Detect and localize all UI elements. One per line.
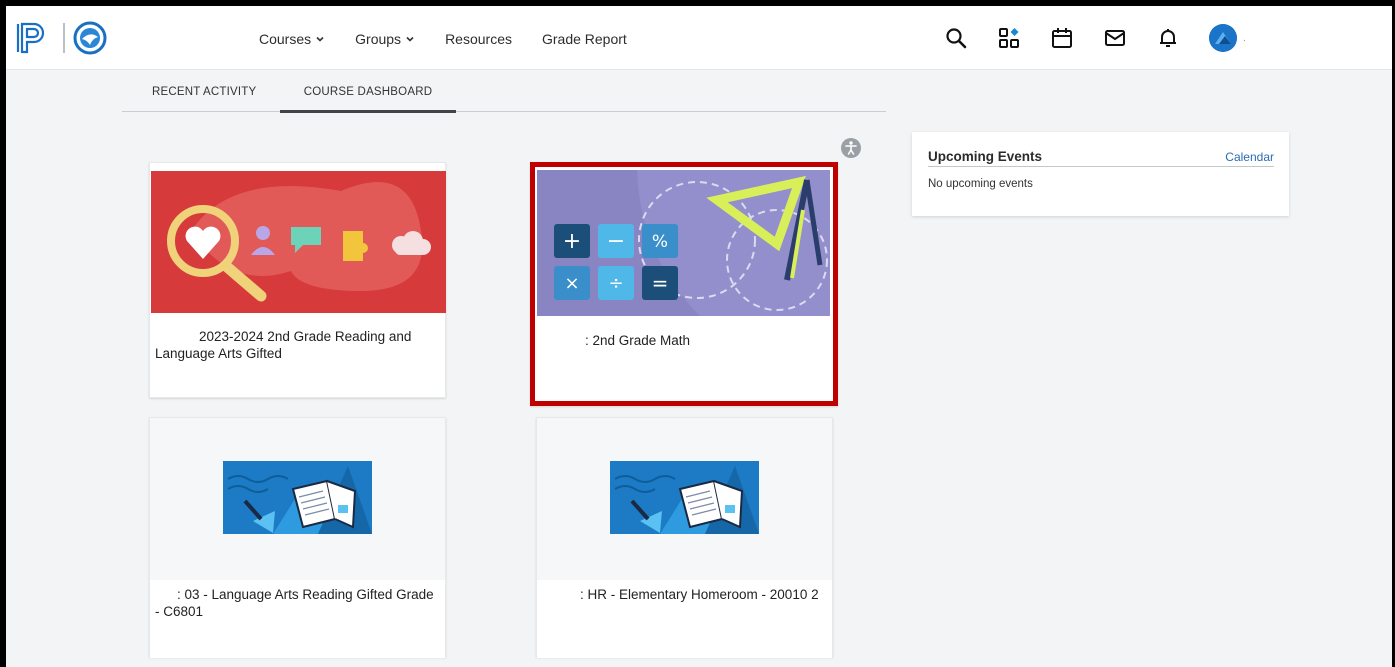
app-frame: Courses Groups Resources Grade Report . … [6, 6, 1392, 667]
course-card[interactable]: : 03 - Language Arts Reading Gifted Grad… [149, 417, 446, 658]
svg-text:×: × [564, 273, 579, 294]
user-name: . [1243, 32, 1246, 44]
nav-groups-label: Groups [355, 31, 402, 47]
nav-courses[interactable]: Courses [259, 31, 325, 47]
accessibility-icon[interactable] [841, 138, 861, 158]
svg-text:=: = [652, 271, 669, 295]
nav-grade-report-label: Grade Report [541, 31, 627, 47]
nav-courses-label: Courses [259, 31, 312, 47]
calendar-link[interactable]: Calendar [1225, 150, 1274, 164]
tab-course-dashboard[interactable]: COURSE DASHBOARD [280, 86, 456, 113]
math-illustration: + − % × ÷ = [537, 170, 830, 316]
header-icons: . [944, 24, 1246, 52]
chevron-down-icon [316, 36, 324, 42]
dashboard-tabs: RECENT ACTIVITY COURSE DASHBOARD [122, 86, 886, 113]
nav-resources[interactable]: Resources [445, 31, 512, 47]
svg-text:+: + [563, 229, 581, 254]
nav-resources-label: Resources [445, 31, 512, 47]
svg-text:%: % [652, 232, 668, 252]
bell-icon[interactable] [1156, 26, 1180, 50]
search-icon[interactable] [944, 26, 968, 50]
book-illustration [610, 461, 759, 534]
book-illustration [223, 461, 372, 534]
events-title: Upcoming Events [928, 149, 1043, 164]
chevron-down-icon [406, 36, 414, 42]
svg-text:÷: ÷ [608, 273, 623, 294]
avatar [1209, 24, 1237, 52]
nav-groups[interactable]: Groups [355, 31, 415, 47]
apps-icon[interactable] [997, 26, 1021, 50]
course-card[interactable]: : HR - Elementary Homeroom - 20010 2 [536, 417, 833, 658]
district-logo[interactable] [73, 21, 107, 55]
events-empty-text: No upcoming events [928, 178, 1033, 190]
tab-recent-activity[interactable]: RECENT ACTIVITY [152, 86, 256, 112]
svg-text:−: − [607, 229, 625, 254]
top-navbar: Courses Groups Resources Grade Report . [6, 6, 1392, 70]
course-title: : 2nd Grade Math [585, 333, 691, 348]
course-card-highlighted[interactable]: + − % × ÷ = : 2nd Grade Math [530, 162, 838, 406]
reading-illustration [151, 171, 446, 313]
mail-icon[interactable] [1103, 26, 1127, 50]
logo-divider [63, 23, 65, 53]
course-title: : 03 - Language Arts Reading Gifted Grad… [155, 587, 434, 619]
calendar-icon[interactable] [1050, 26, 1074, 50]
main-nav: Courses Groups Resources Grade Report [259, 31, 627, 47]
nav-grade-report[interactable]: Grade Report [542, 31, 627, 47]
course-card[interactable]: 2023-2024 2nd Grade Reading and Language… [149, 162, 446, 398]
powerschool-logo[interactable] [16, 22, 52, 54]
course-title: : HR - Elementary Homeroom - 20010 2 [580, 587, 819, 602]
events-header: Upcoming Events Calendar [928, 149, 1274, 167]
course-title: 2023-2024 2nd Grade Reading and Language… [155, 329, 412, 361]
user-menu[interactable]: . [1209, 24, 1246, 52]
upcoming-events-panel: Upcoming Events Calendar No upcoming eve… [912, 132, 1289, 216]
